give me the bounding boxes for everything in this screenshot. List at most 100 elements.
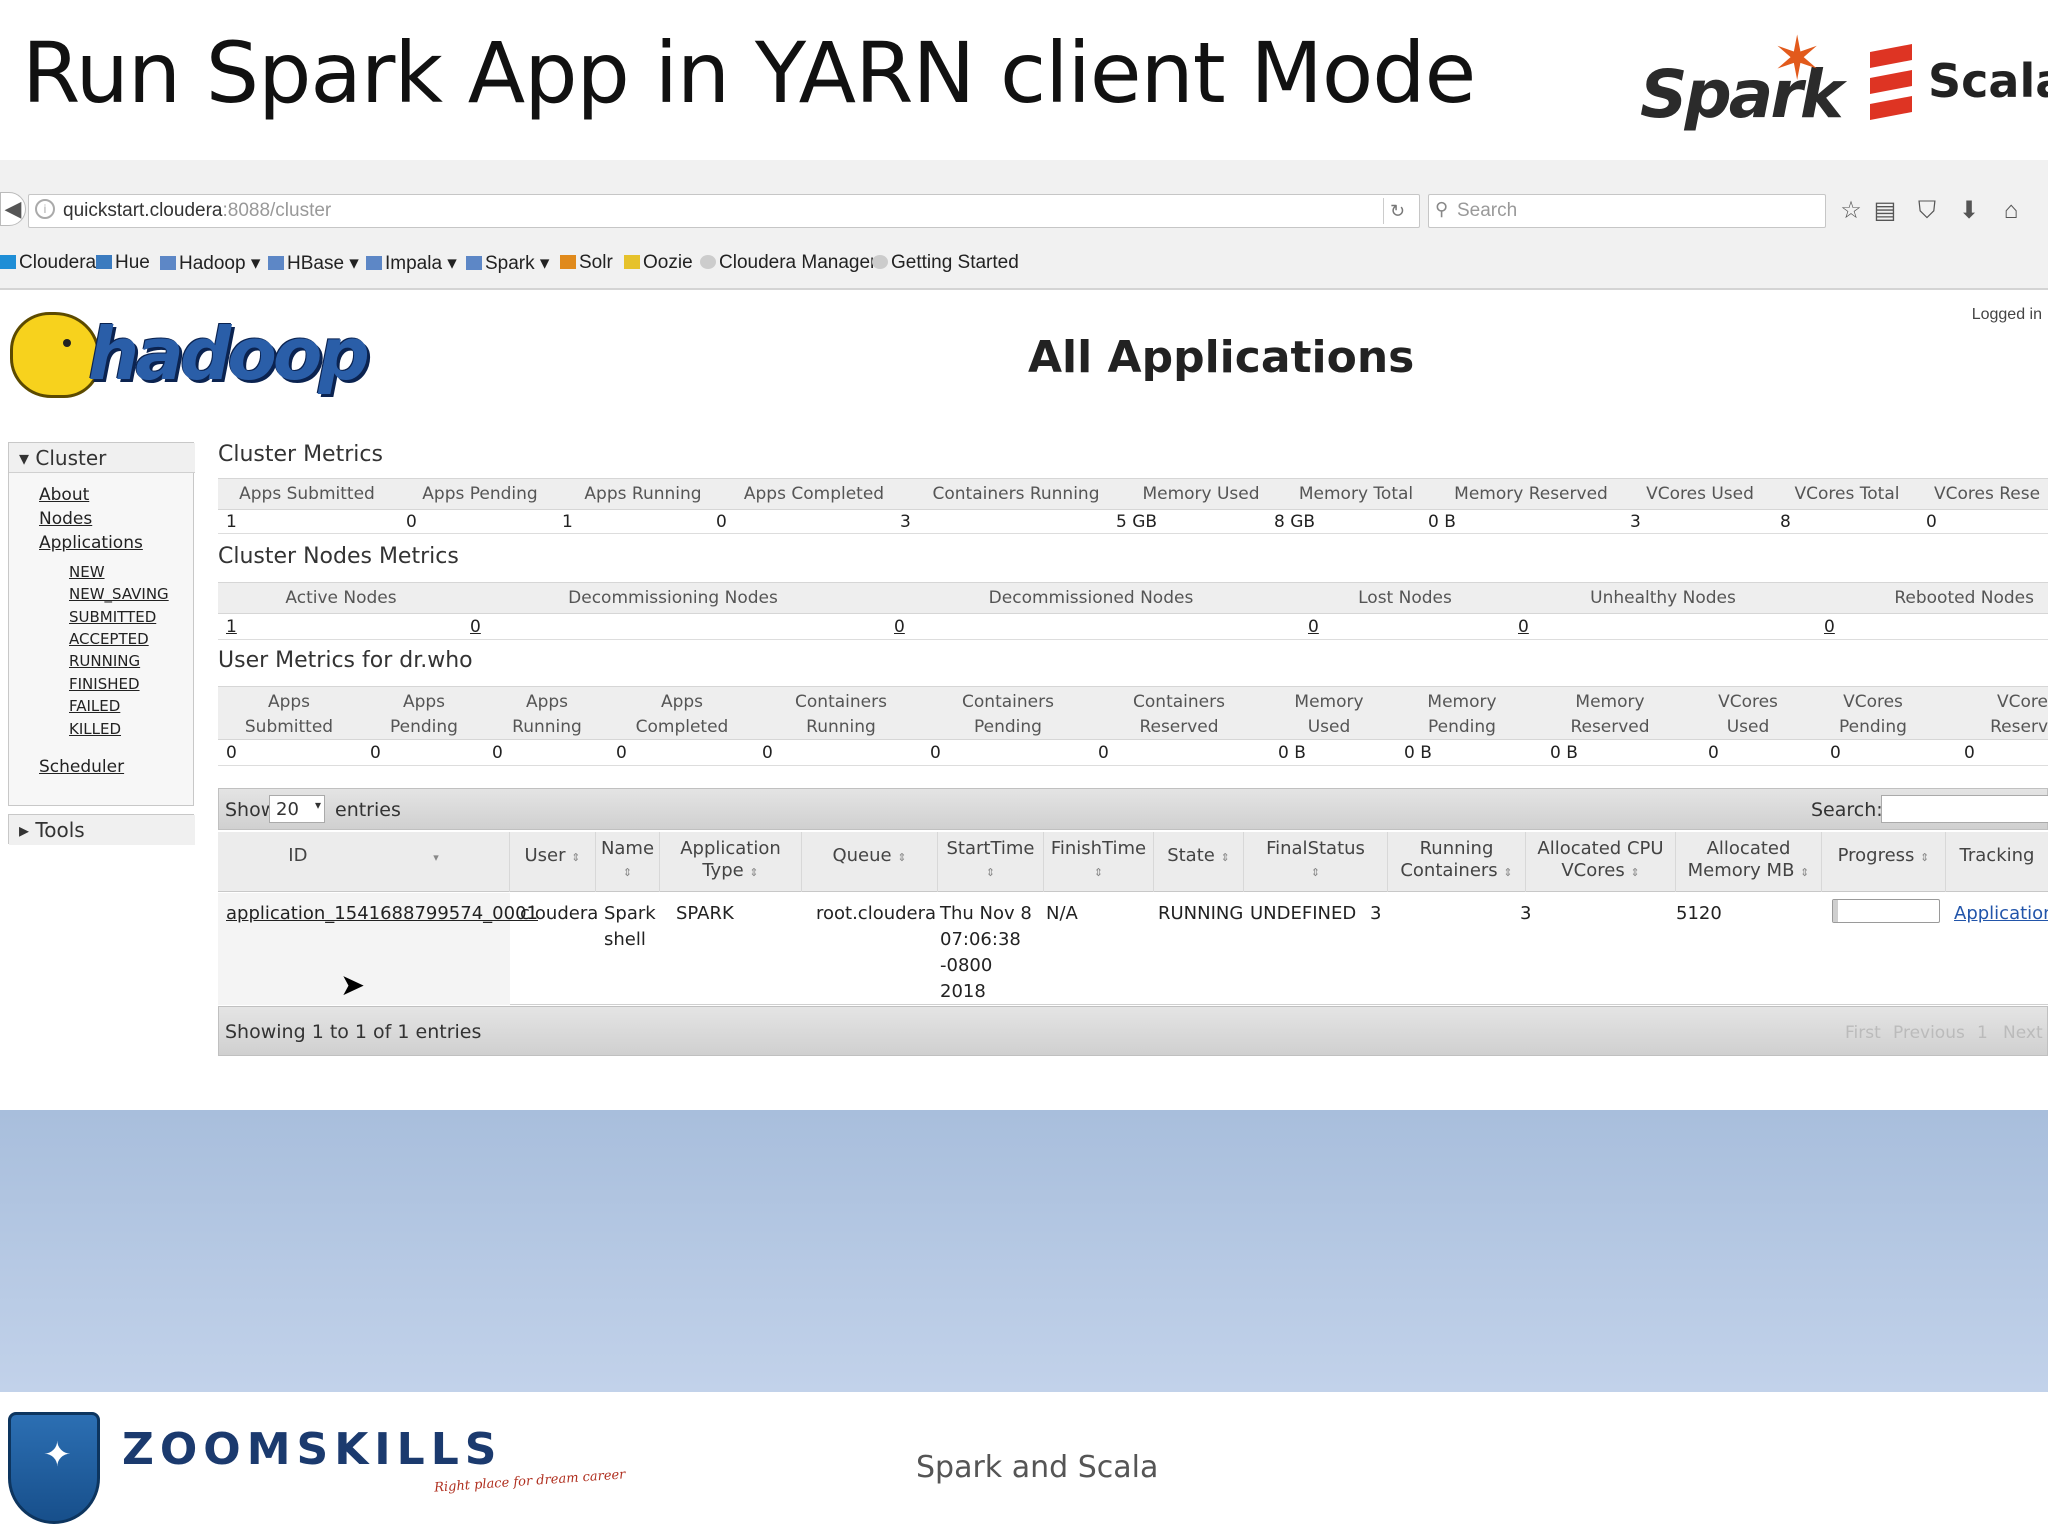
metric-header: Apps Running: [584, 484, 702, 504]
bookmark-oozie[interactable]: Oozie: [624, 252, 693, 274]
decommissioning-nodes-link[interactable]: 0: [470, 617, 481, 637]
reading-list-icon[interactable]: ▤: [1870, 196, 1900, 226]
col-progress[interactable]: Progress ⇕: [1822, 832, 1946, 892]
unhealthy-nodes-link[interactable]: 0: [1518, 617, 1529, 637]
back-button[interactable]: ◀: [0, 192, 26, 226]
bookmark-impala[interactable]: Impala ▾: [366, 252, 457, 275]
bookmark-hbase[interactable]: HBase ▾: [268, 252, 359, 275]
metric-value: 0: [1964, 743, 1975, 763]
sidebar-link-about[interactable]: About: [39, 485, 89, 505]
node-metrics-header: Active Nodes Decommissioning Nodes Decom…: [218, 582, 2048, 614]
entries-select[interactable]: 20 ▾: [269, 795, 325, 823]
table-search-input[interactable]: [1881, 795, 2048, 823]
sidebar-state-submitted[interactable]: SUBMITTED: [69, 608, 156, 626]
application-id-link[interactable]: application_1541688799574_0001: [226, 901, 538, 927]
col-running-containers[interactable]: Running Containers ⇕: [1388, 832, 1526, 892]
metric-value: 0: [492, 743, 503, 763]
metric-value: 0: [1708, 743, 1719, 763]
col-tracking[interactable]: Tracking: [1946, 832, 2048, 892]
metric-value: 5 GB: [1116, 512, 1158, 532]
sort-icon: ⇕: [985, 866, 996, 879]
metric-header: VCores Rese: [1934, 484, 2041, 504]
bookmark-cloudera-manager[interactable]: Cloudera Manager: [700, 252, 876, 274]
metric-header: Decommissioned Nodes: [988, 588, 1194, 608]
cluster-toggle[interactable]: ▾ Cluster: [9, 443, 195, 473]
row-running-containers: 3: [1370, 903, 1382, 924]
download-icon[interactable]: ⬇: [1954, 196, 1984, 226]
col-allocated-memory[interactable]: Allocated Memory MB ⇕: [1676, 832, 1822, 892]
pocket-icon[interactable]: ⛉: [1912, 196, 1942, 226]
bookmark-hue[interactable]: Hue: [96, 252, 150, 274]
col-user[interactable]: User ⇕: [510, 832, 596, 892]
sidebar-link-nodes[interactable]: Nodes: [39, 509, 92, 529]
home-icon[interactable]: ⌂: [1996, 196, 2026, 226]
node-metrics-title: Cluster Nodes Metrics: [218, 544, 459, 569]
sidebar-link-scheduler[interactable]: Scheduler: [39, 757, 124, 777]
pager-previous[interactable]: Previous: [1893, 1023, 1965, 1043]
zoomskills-shield-icon: ✦: [8, 1412, 100, 1524]
col-id[interactable]: ID ▾: [218, 832, 510, 892]
table-row[interactable]: application_1541688799574_0001 cloudera …: [218, 893, 2048, 1005]
reload-icon[interactable]: ↻: [1383, 198, 1411, 224]
scala-mark-icon: [1870, 44, 1912, 120]
folder-icon: [466, 256, 482, 270]
col-queue[interactable]: Queue ⇕: [802, 832, 938, 892]
table-search-label: Search:: [1811, 799, 1883, 821]
entries-select-value: 20: [276, 799, 299, 820]
rebooted-nodes-link[interactable]: 0: [1824, 617, 1835, 637]
col-finishtime[interactable]: FinishTime ⇕: [1044, 832, 1154, 892]
bookmark-cloudera[interactable]: Cloudera: [0, 252, 96, 274]
hadoop-logo-text: hadoop: [88, 312, 370, 396]
bookmark-spark[interactable]: Spark ▾: [466, 252, 549, 275]
pager-page-1[interactable]: 1: [1977, 1023, 1988, 1043]
bookmark-getting-started[interactable]: Getting Started: [872, 252, 1019, 274]
row-allocated-vcores: 3: [1520, 903, 1532, 924]
sidebar-state-failed[interactable]: FAILED: [69, 697, 120, 715]
bookmark-label: Getting Started: [891, 252, 1019, 273]
col-starttime[interactable]: StartTime ⇕: [938, 832, 1044, 892]
col-state[interactable]: State ⇕: [1154, 832, 1244, 892]
active-nodes-link[interactable]: 1: [226, 617, 237, 637]
row-user: cloudera: [520, 903, 599, 924]
sidebar: ▾ Cluster About Nodes Applications NEW N…: [8, 442, 195, 845]
tools-toggle[interactable]: ▸ Tools: [9, 815, 195, 845]
screenshot-area: ◀ i quickstart.cloudera:8088/cluster ↻ ⚲…: [0, 160, 2048, 1110]
lost-nodes-link[interactable]: 0: [1308, 617, 1319, 637]
bookmark-label: Impala: [385, 253, 443, 274]
metric-header: Memory Total: [1298, 484, 1414, 504]
sidebar-state-new[interactable]: NEW: [69, 563, 105, 581]
col-allocated-vcores[interactable]: Allocated CPU VCores ⇕: [1526, 832, 1676, 892]
pager-first[interactable]: First: [1845, 1023, 1881, 1043]
sidebar-state-new-saving[interactable]: NEW_SAVING: [69, 585, 169, 603]
tracking-link[interactable]: ApplicationMaster: [1954, 901, 2048, 927]
sidebar-state-killed[interactable]: KILLED: [69, 720, 121, 738]
cluster-panel: ▾ Cluster About Nodes Applications NEW N…: [8, 442, 195, 806]
table-controls: Show 20 ▾ entries Search:: [218, 788, 2048, 830]
sort-icon: ⇕: [749, 866, 759, 879]
cluster-metrics-values: 1 0 1 0 3 5 GB 8 GB 0 B 3 8 0: [218, 510, 2048, 534]
decommissioned-nodes-link[interactable]: 0: [894, 617, 905, 637]
mouse-cursor-icon: ➤: [340, 969, 366, 1002]
bookmark-star-icon[interactable]: ☆: [1836, 196, 1866, 226]
sidebar-state-finished[interactable]: FINISHED: [69, 675, 140, 693]
bookmark-hadoop[interactable]: Hadoop ▾: [160, 252, 260, 275]
browser-search-input[interactable]: ⚲ Search: [1428, 194, 1826, 228]
col-name[interactable]: Name ⇕: [596, 832, 660, 892]
sidebar-state-running[interactable]: RUNNING: [69, 652, 140, 670]
bookmark-solr[interactable]: Solr: [560, 252, 613, 274]
row-type: SPARK: [676, 903, 734, 924]
col-application-type[interactable]: Application Type ⇕: [660, 832, 802, 892]
sidebar-state-accepted[interactable]: ACCEPTED: [69, 630, 149, 648]
metric-header: Apps Completed: [635, 692, 729, 737]
url-bar[interactable]: i quickstart.cloudera:8088/cluster ↻: [28, 194, 1420, 228]
metric-header: Containers Running: [932, 484, 1100, 504]
col-finalstatus[interactable]: FinalStatus ⇕: [1244, 832, 1388, 892]
metric-header: Lost Nodes: [1358, 588, 1452, 608]
sidebar-link-applications[interactable]: Applications: [39, 533, 143, 553]
metric-value: 0 B: [1404, 743, 1432, 763]
metric-value: 0: [762, 743, 773, 763]
hue-icon: [96, 255, 112, 269]
pager-next[interactable]: Next: [2003, 1023, 2043, 1043]
metric-header: Memory Reserved: [1454, 484, 1608, 504]
row-starttime: Thu Nov 8 07:06:38 -0800 2018: [940, 903, 1032, 1002]
